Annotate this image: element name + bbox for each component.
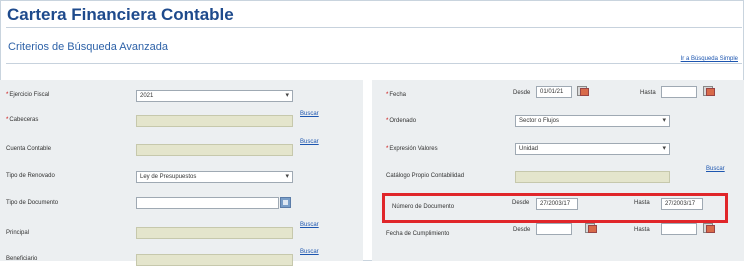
cabeceras-label: *Cabeceras: [6, 117, 39, 123]
tipo-renovado-label: Tipo de Renovado: [6, 173, 55, 179]
fecha-label: *Fecha: [386, 92, 407, 98]
beneficiario-buscar-link[interactable]: Buscar: [300, 249, 319, 255]
page-subtitle: Criterios de Búsqueda Avanzada: [8, 41, 169, 53]
ordenado-label: *Ordenado: [386, 118, 417, 124]
ejercicio-fiscal-select[interactable]: 2021: [136, 90, 293, 102]
fecha-cumplimiento-label: Fecha de Cumplimiento: [386, 231, 450, 237]
fecha-cumplimiento-hasta-label: Hasta: [634, 227, 650, 233]
expresion-valores-select[interactable]: Unidad: [515, 143, 670, 155]
cabeceras-buscar-link[interactable]: Buscar: [300, 111, 319, 117]
title-divider: [6, 27, 742, 28]
cuenta-contable-buscar-link[interactable]: Buscar: [300, 139, 319, 145]
tipo-documento-lookup-icon[interactable]: [280, 197, 291, 208]
principal-label: Principal: [6, 230, 30, 236]
fecha-hasta-calendar-icon[interactable]: [702, 85, 715, 96]
expresion-valores-label: *Expresión Valores: [386, 146, 438, 152]
catalogo-label: Catálogo Propio Contabilidad: [386, 173, 465, 179]
subtitle-divider: [6, 63, 742, 64]
cuenta-contable-field[interactable]: [136, 144, 293, 156]
ordenado-select[interactable]: Sector o Flujos: [515, 115, 670, 127]
beneficiario-label: Beneficiario: [6, 256, 38, 262]
tipo-documento-field[interactable]: [136, 197, 279, 209]
principal-buscar-link[interactable]: Buscar: [300, 222, 319, 228]
right-criteria-panel: *Fecha Desde 01/01/21 Hasta *Ordenado Se…: [372, 80, 744, 261]
numero-documento-highlight-box: [382, 193, 728, 223]
fecha-cumplimiento-hasta-calendar-icon[interactable]: [702, 222, 715, 233]
tipo-renovado-select[interactable]: Ley de Presupuestos: [136, 171, 293, 183]
principal-field[interactable]: [136, 227, 293, 239]
fecha-hasta-input[interactable]: [661, 86, 697, 98]
left-criteria-panel: *Ejercicio Fiscal 2021 *Cabeceras Buscar…: [0, 80, 363, 266]
fecha-cumplimiento-desde-label: Desde: [513, 227, 531, 233]
app-title: Cartera Financiera Contable: [7, 5, 234, 24]
ejercicio-fiscal-label: *Ejercicio Fiscal: [6, 92, 50, 98]
fecha-hasta-label: Hasta: [640, 90, 656, 96]
fecha-cumplimiento-desde-calendar-icon[interactable]: [584, 222, 597, 233]
catalogo-field[interactable]: [515, 171, 670, 183]
fecha-cumplimiento-desde-input[interactable]: [536, 223, 572, 235]
tipo-documento-label: Tipo de Documento: [6, 200, 59, 206]
cabeceras-field[interactable]: [136, 115, 293, 127]
fecha-cumplimiento-hasta-input[interactable]: [661, 223, 697, 235]
fecha-desde-label: Desde: [513, 90, 531, 96]
catalogo-buscar-link[interactable]: Buscar: [706, 166, 725, 172]
cuenta-contable-label: Cuenta Contable: [6, 146, 52, 152]
fecha-desde-calendar-icon[interactable]: [576, 85, 589, 96]
beneficiario-field[interactable]: [136, 254, 293, 266]
quick-search-link[interactable]: Ir a Búsqueda Simple: [681, 56, 738, 62]
fecha-desde-input[interactable]: 01/01/21: [536, 86, 572, 98]
